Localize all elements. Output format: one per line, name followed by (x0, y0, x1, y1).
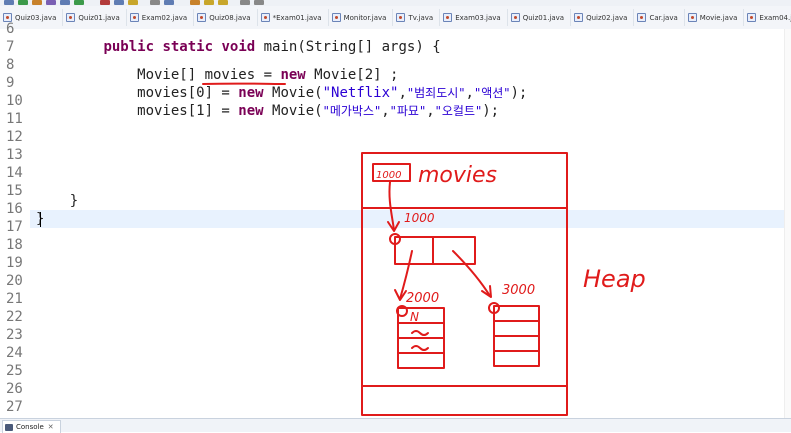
code-text: Movie( (264, 103, 323, 119)
toolbar-icon[interactable] (240, 0, 250, 5)
toolbar-icon[interactable] (60, 0, 70, 5)
toolbar-icon[interactable] (4, 0, 14, 5)
toolbar-icon[interactable] (150, 0, 160, 5)
code-editor[interactable]: 6789101112131415161718192021222324252627… (0, 29, 791, 418)
code-text: , (381, 103, 389, 119)
console-tab[interactable]: Console ✕ (2, 420, 61, 433)
toolbar-icon[interactable] (204, 0, 214, 5)
vertical-scrollbar[interactable] (784, 29, 791, 418)
line-number: 22 (0, 308, 34, 326)
toolbar-icon[interactable] (164, 0, 174, 5)
toolbar-icon[interactable] (100, 0, 110, 5)
line-number: 6 (0, 20, 34, 38)
code-text: , (426, 103, 434, 119)
array-address-label: 1000 (404, 211, 435, 225)
close-icon[interactable]: ✕ (48, 423, 54, 431)
line-number: 26 (0, 380, 34, 398)
toolbar-icon[interactable] (114, 0, 124, 5)
line-number: 14 (0, 164, 34, 182)
bottom-panel-bar: Console ✕ (0, 418, 791, 432)
toolbar-icon[interactable] (32, 0, 42, 5)
code-text: movies[1] = (70, 103, 239, 119)
console-label: Console (16, 423, 44, 431)
text-caret (40, 212, 41, 227)
line-number: 19 (0, 254, 34, 272)
line-number-gutter: 6789101112131415161718192021222324252627 (0, 29, 30, 418)
line-number: 25 (0, 362, 34, 380)
string-literal: "메가박스" (323, 104, 382, 118)
line-number: 9 (0, 74, 34, 92)
line-number: 15 (0, 182, 34, 200)
code-line-9[interactable]: movies[0] = new Movie("Netflix","범죄도시","… (36, 66, 776, 84)
line-number: 21 (0, 290, 34, 308)
line-number: 18 (0, 236, 34, 254)
toolbar-icon[interactable] (218, 0, 228, 5)
line-number: 24 (0, 344, 34, 362)
variable-name-label: movies (418, 163, 497, 188)
line-number: 23 (0, 326, 34, 344)
line-number: 11 (0, 110, 34, 128)
heap-label: Heap (583, 265, 646, 293)
toolbar-icon[interactable] (128, 0, 138, 5)
code-line-8[interactable]: Movie[] movies = new Movie[2] ; (36, 48, 776, 66)
string-literal: "오컬트" (435, 104, 483, 118)
object-1-field-initial: N (410, 310, 419, 324)
line-number: 7 (0, 38, 34, 56)
object-1-address-label: 2000 (406, 291, 439, 306)
toolbar-icon[interactable] (46, 0, 56, 5)
line-number: 12 (0, 128, 34, 146)
line-number: 8 (0, 56, 34, 74)
toolbar-icon[interactable] (74, 0, 84, 5)
object-2-address-label: 3000 (502, 283, 535, 298)
line-number: 16 (0, 200, 34, 218)
code-text: ); (482, 103, 499, 119)
keyword-new: new (238, 103, 263, 119)
console-icon (5, 424, 13, 431)
toolbar-icon[interactable] (18, 0, 28, 5)
line-number: 13 (0, 146, 34, 164)
code-line-6[interactable]: public static void main(String[] args) { (36, 20, 776, 38)
line-number: 27 (0, 398, 34, 416)
string-literal: "파묘" (390, 104, 427, 118)
toolbar-icon[interactable] (254, 0, 264, 5)
reference-value: 1000 (376, 170, 401, 181)
line-number: 20 (0, 272, 34, 290)
code-line-10[interactable]: movies[1] = new Movie("메가박스","파묘","오컬트")… (36, 84, 776, 102)
line-number: 10 (0, 92, 34, 110)
line-number: 17 (0, 218, 34, 236)
toolbar-icon[interactable] (190, 0, 200, 5)
